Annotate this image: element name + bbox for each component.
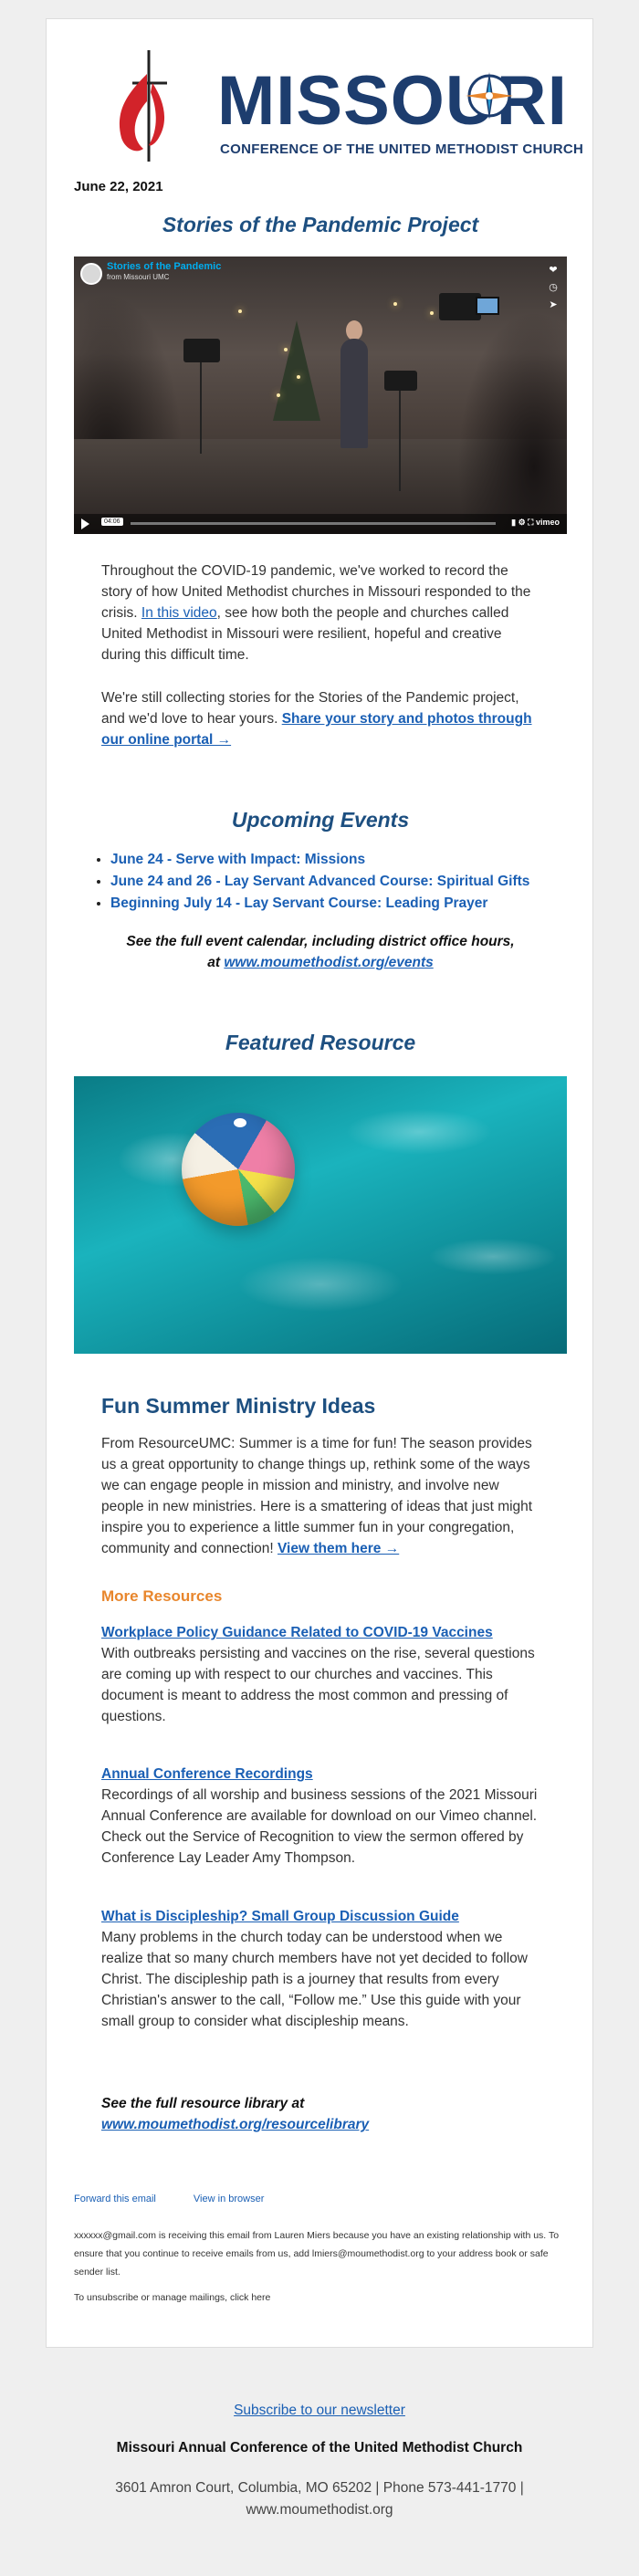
org-website: www.moumethodist.org xyxy=(246,2502,393,2518)
view-ideas-link[interactable]: View them here → xyxy=(278,1541,399,1556)
video-frame-speaker xyxy=(340,339,368,448)
section-heading-pandemic: Stories of the Pandemic Project xyxy=(162,213,479,236)
video-progress-bar[interactable] xyxy=(131,522,496,525)
resource-item: What is Discipleship? Small Group Discus… xyxy=(101,1906,539,2032)
org-address: 3601 Amron Court, Columbia, MO 65202 | P… xyxy=(115,2480,524,2496)
video-frame-light xyxy=(430,311,434,315)
resource-link[interactable]: What is Discipleship? Small Group Discus… xyxy=(101,1909,459,1924)
event-link[interactable]: June 24 - Serve with Impact: Missions xyxy=(110,852,365,867)
more-resources-heading: More Resources xyxy=(101,1587,223,1605)
video-frame-light xyxy=(393,302,397,306)
forward-email-link[interactable]: Forward this email xyxy=(74,2194,156,2204)
share-icon[interactable]: ➤ xyxy=(547,297,560,314)
vimeo-logo[interactable]: vimeo xyxy=(536,518,560,527)
calendar-note-line-2: at www.moumethodist.org/events xyxy=(83,952,558,973)
video-frame-tripod xyxy=(200,362,202,454)
settings-icon[interactable]: ⚙ xyxy=(519,518,526,527)
featured-body-text: From ResourceUMC: Summer is a time for f… xyxy=(101,1436,533,1556)
email-footer-links: Forward this email View in browser xyxy=(74,2194,299,2204)
channel-avatar[interactable] xyxy=(80,263,102,285)
resource-description: Many problems in the church today can be… xyxy=(101,1930,528,2029)
video-frame-tree xyxy=(273,320,320,421)
cross-flame-icon xyxy=(119,50,167,162)
video-control-bar: 04:06 ▮ ⚙ ⛶ vimeo xyxy=(74,514,567,534)
featured-body: From ResourceUMC: Summer is a time for f… xyxy=(101,1433,539,1559)
unsubscribe-link[interactable]: To unsubscribe or manage mailings, click… xyxy=(74,2288,567,2307)
clock-icon[interactable]: ◷ xyxy=(547,279,560,297)
video-frame-camera xyxy=(183,339,220,362)
resource-item: Workplace Policy Guidance Related to COV… xyxy=(101,1622,539,1727)
events-calendar-link[interactable]: www.moumethodist.org/events xyxy=(224,955,433,970)
email-card: MISSOURI CONFERENCE OF THE UNITED METHOD… xyxy=(46,18,593,2348)
volume-icon[interactable]: ▮ xyxy=(511,518,516,527)
video-frame-speaker-head xyxy=(346,320,362,340)
resource-description: Recordings of all worship and business s… xyxy=(101,1787,538,1866)
video-duration: 04:06 xyxy=(101,518,123,526)
calendar-note-line: See the full event calendar, including d… xyxy=(126,934,515,949)
logo-title: MISSOURI xyxy=(217,62,568,140)
featured-title: Fun Summer Ministry Ideas xyxy=(101,1394,376,1418)
event-item: June 24 - Serve with Impact: Missions xyxy=(110,849,567,871)
logo-subtitle: CONFERENCE OF THE UNITED METHODIST CHURC… xyxy=(220,141,584,157)
featured-image-beach-ball-pool[interactable] xyxy=(74,1076,567,1354)
subscribe-row: Subscribe to our newsletter xyxy=(0,2403,639,2419)
video-side-actions: ❤ ◷ ➤ xyxy=(547,262,560,314)
resource-description: With outbreaks persisting and vaccines o… xyxy=(101,1646,535,1724)
section-heading-featured: Featured Resource xyxy=(225,1031,416,1054)
play-icon[interactable] xyxy=(81,518,89,529)
beach-ball xyxy=(182,1113,295,1226)
video-frame-light xyxy=(238,309,242,313)
issue-date: June 22, 2021 xyxy=(74,179,163,194)
event-item: June 24 and 26 - Lay Servant Advanced Co… xyxy=(110,871,567,893)
heart-icon[interactable]: ❤ xyxy=(547,262,560,279)
fullscreen-icon[interactable]: ⛶ xyxy=(528,518,533,527)
subscribe-link[interactable]: Subscribe to our newsletter xyxy=(234,2403,405,2418)
resource-library-link[interactable]: www.moumethodist.org/resourcelibrary xyxy=(101,2117,369,2132)
event-link[interactable]: June 24 and 26 - Lay Servant Advanced Co… xyxy=(110,874,529,889)
org-name: Missouri Annual Conference of the United… xyxy=(116,2440,523,2456)
resource-item: Annual Conference Recordings Recordings … xyxy=(101,1764,539,1869)
video-frame-light xyxy=(277,393,280,397)
compass-icon xyxy=(466,72,513,120)
event-item: Beginning July 14 - Lay Servant Course: … xyxy=(110,893,567,915)
video-frame-tripod xyxy=(399,391,401,491)
email-notice: xxxxxx@gmail.com is receiving this email… xyxy=(74,2230,560,2278)
video-link[interactable]: In this video xyxy=(141,605,217,621)
video-frame-light xyxy=(284,348,288,351)
org-contact: 3601 Amron Court, Columbia, MO 65202 | P… xyxy=(0,2477,639,2521)
calendar-prefix: at xyxy=(207,955,225,970)
library-note: See the full resource library at www.mou… xyxy=(101,2093,539,2135)
video-channel[interactable]: from Missouri UMC xyxy=(107,273,169,281)
resource-link[interactable]: Annual Conference Recordings xyxy=(101,1766,313,1782)
pandemic-paragraph-2: We're still collecting stories for the S… xyxy=(101,687,539,750)
view-in-browser-link[interactable]: View in browser xyxy=(194,2194,264,2204)
beach-ball-cap xyxy=(234,1118,246,1127)
video-frame-light xyxy=(297,375,300,379)
logo[interactable]: MISSOURI CONFERENCE OF THE UNITED METHOD… xyxy=(112,47,583,165)
resource-link[interactable]: Workplace Policy Guidance Related to COV… xyxy=(101,1625,493,1640)
video-controls: ▮ ⚙ ⛶ vimeo xyxy=(511,518,560,528)
video-frame-shadow xyxy=(457,311,567,534)
calendar-note: See the full event calendar, including d… xyxy=(83,931,558,973)
pandemic-paragraph-1: Throughout the COVID-19 pandemic, we've … xyxy=(101,560,539,665)
event-link[interactable]: Beginning July 14 - Lay Servant Course: … xyxy=(110,895,487,911)
video-frame-camera xyxy=(384,371,417,391)
video-player[interactable]: Stories of the Pandemic from Missouri UM… xyxy=(74,257,567,534)
library-note-text: See the full resource library at xyxy=(101,2096,305,2111)
events-list: June 24 - Serve with Impact: Missions Ju… xyxy=(110,849,567,915)
video-title[interactable]: Stories of the Pandemic xyxy=(107,261,221,272)
section-heading-events: Upcoming Events xyxy=(231,808,410,832)
